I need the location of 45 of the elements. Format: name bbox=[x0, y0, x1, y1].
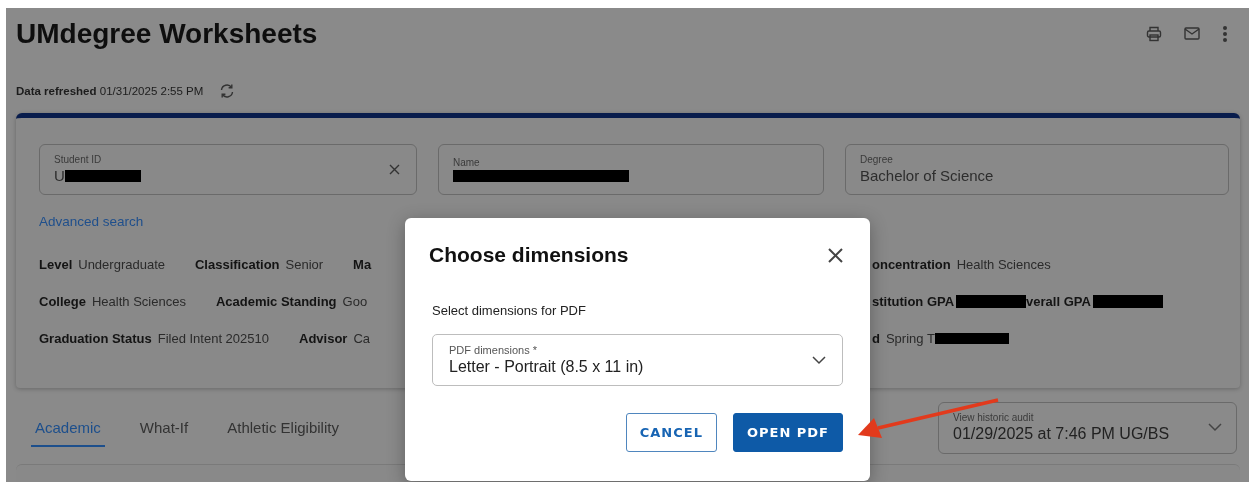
chevron-icon bbox=[1208, 423, 1222, 433]
search-field[interactable]: Student ID U bbox=[39, 143, 417, 195]
close-button[interactable] bbox=[828, 247, 843, 263]
cancel-button[interactable]: CANCEL bbox=[625, 413, 717, 452]
close-icon bbox=[389, 163, 400, 175]
field-value: U bbox=[54, 167, 65, 185]
field-value: Bachelor of Science bbox=[860, 167, 994, 185]
open-button[interactable]: OPEN PDF bbox=[732, 413, 843, 452]
dimensions-select[interactable]: PDF dimensions * Letter - Portrait (8.5 x 11 in) bbox=[432, 334, 843, 386]
info-item: College Health Sciences bbox=[39, 293, 186, 309]
field-label: PDF dimensions * bbox=[449, 344, 539, 356]
info-item: Graduation Status Filed Intent 202510 bbox=[39, 330, 269, 346]
info-item: stitution GPA bbox=[872, 293, 956, 309]
search-field[interactable]: Degree Bachelor of Science bbox=[845, 143, 1229, 195]
tab[interactable]: Academic bbox=[31, 408, 105, 447]
info-item: Ma bbox=[353, 256, 373, 272]
print-icon bbox=[1146, 25, 1162, 42]
refresh-status: Data refreshed 01/31/2025 2:55 PM bbox=[16, 84, 204, 97]
info-item: verall GPA bbox=[1026, 293, 1092, 309]
advanced-search-link[interactable]: Advanced search bbox=[39, 213, 144, 229]
info-item: oncentration Health Sciences bbox=[872, 256, 1051, 272]
info-item: Advisor Ca bbox=[299, 330, 371, 346]
info-item: d Spring T bbox=[872, 330, 935, 346]
tab[interactable]: Athletic Eligibility bbox=[223, 408, 343, 447]
chevron-icon bbox=[812, 355, 826, 365]
close-icon bbox=[828, 247, 843, 263]
field-label: Student ID bbox=[54, 154, 103, 166]
historic-audit-select[interactable]: View historic audit 01/29/2025 at 7:46 PM UG/BS bbox=[938, 401, 1237, 454]
field-label: Name bbox=[453, 156, 481, 168]
more-icon bbox=[1222, 24, 1228, 43]
search-field[interactable]: Name bbox=[438, 143, 824, 195]
page-title: UMdegree Worksheets bbox=[16, 17, 318, 50]
info-item: Level Undergraduate bbox=[39, 256, 165, 272]
dialog-title: Choose dimensions bbox=[429, 243, 629, 267]
info-item: Academic Standing Goo bbox=[215, 293, 368, 309]
mail-icon bbox=[1184, 27, 1200, 40]
field-value: Letter - Portrait (8.5 x 11 in) bbox=[449, 358, 644, 376]
field-label: Degree bbox=[860, 154, 894, 166]
refresh-icon bbox=[219, 82, 236, 99]
mail-button[interactable] bbox=[1182, 25, 1202, 42]
field-value: 01/29/2025 at 7:46 PM UG/BS bbox=[953, 425, 1170, 444]
info-item: Classification Senior bbox=[195, 256, 324, 272]
dialog-prompt: Select dimensions for PDF bbox=[432, 303, 587, 318]
tab[interactable]: What-If bbox=[135, 408, 193, 447]
field-label: View historic audit bbox=[953, 412, 1035, 424]
